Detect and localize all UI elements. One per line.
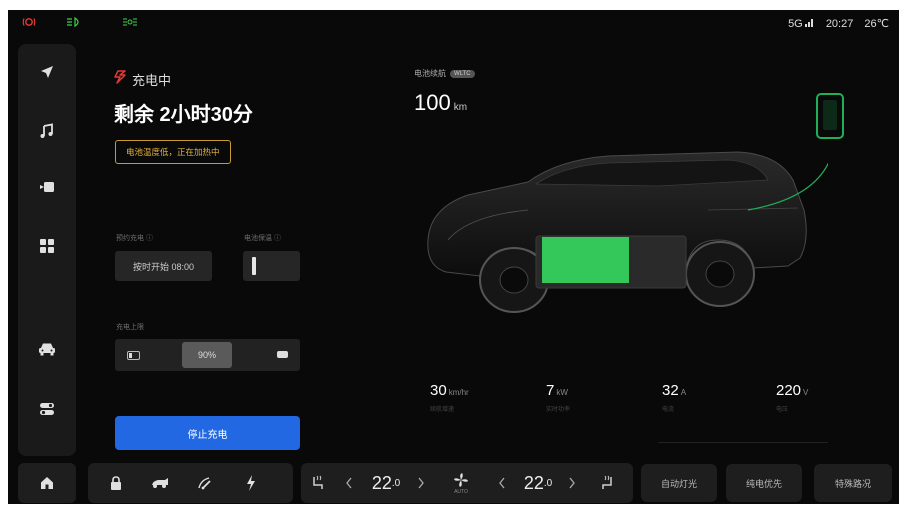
temp-right-display: 22.0 <box>514 463 562 503</box>
vehicle-illustration <box>427 151 828 313</box>
stat-charge-speed: 30 km/hr 续航增速 <box>430 382 469 413</box>
home-icon <box>41 477 53 489</box>
fan-icon <box>454 472 468 487</box>
seat-heat-icon <box>313 475 323 489</box>
range-header: 电池续航 WLTC <box>414 68 475 79</box>
headlight-icon <box>66 16 82 30</box>
charging-status-label: 充电中 <box>132 73 172 88</box>
fan-auto-label: AUTO <box>454 488 468 495</box>
schedule-charge-button[interactable]: 按时开始 08:00 <box>115 251 212 281</box>
fog-light-icon <box>122 17 138 30</box>
stat-unit: kW <box>556 388 568 397</box>
stop-charging-button[interactable]: 停止充电 <box>115 416 300 450</box>
temp-right-value: 22 <box>523 472 544 493</box>
trunk-icon <box>152 478 168 488</box>
range-label: 电池续航 <box>414 69 446 78</box>
sidebar-item-navigation[interactable] <box>18 55 76 89</box>
temp-right-increase[interactable] <box>564 463 580 503</box>
charging-panel: 充电中 剩余 2小时30分 电池温度低，正在加热中 预约充电 ⓘ 电池保温 ⓘ … <box>88 40 388 460</box>
stat-value: 7 <box>546 382 555 399</box>
stat-voltage: 220 V 电压 <box>776 382 808 413</box>
range-standard-tag: WLTC <box>450 69 475 78</box>
stat-sub: 电压 <box>776 407 789 413</box>
trunk-button[interactable] <box>143 463 177 503</box>
stat-value: 32 <box>662 382 679 399</box>
stat-unit: A <box>680 388 687 397</box>
stat-current: 32 A 电流 <box>662 382 686 413</box>
signal-icon <box>804 19 813 27</box>
wiper-button[interactable] <box>190 463 220 503</box>
temp-left-decrease[interactable] <box>341 463 357 503</box>
stat-sub: 电流 <box>662 407 675 413</box>
seat-heat-left-button[interactable] <box>304 463 332 503</box>
sidebar-item-vehicle[interactable] <box>18 332 76 366</box>
seat-heat-icon <box>602 475 612 489</box>
bottom-dock: 22.0 AUTO 22.0 自动灯光 纯电优先 特殊路况 <box>8 459 899 504</box>
music-icon <box>40 123 53 138</box>
car-icon <box>39 343 55 356</box>
lightning-icon <box>247 475 255 491</box>
stat-value: 30 <box>430 382 447 399</box>
stat-unit: km/hr <box>448 388 469 397</box>
charge-limit-selector[interactable]: 90% <box>115 339 300 371</box>
charge-limit-label: 充电上限 <box>116 324 144 331</box>
network-indicator: 5G <box>788 18 803 30</box>
stat-value: 220 <box>776 382 802 399</box>
battery-charge-level <box>542 237 629 283</box>
status-bar: 5G 20:27 26℃ <box>8 10 899 38</box>
temp-left-display: 22.0 <box>362 463 410 503</box>
stats-divider <box>658 442 828 443</box>
wiper-icon <box>198 477 211 490</box>
schedule-label: 预约充电 ⓘ <box>116 235 153 242</box>
chevron-left-icon <box>499 477 505 489</box>
temp-right-decrease[interactable] <box>494 463 510 503</box>
brake-warning-icon <box>22 17 36 30</box>
car-screen: 5G 20:27 26℃ 充电中 剩余 2小时30分 电池温度低，正在加热中 预… <box>8 10 899 504</box>
apps-grid-icon <box>40 239 54 253</box>
special-road-button[interactable]: 特殊路况 <box>814 464 892 502</box>
temp-left-increase[interactable] <box>413 463 429 503</box>
seat-heat-right-button[interactable] <box>593 463 621 503</box>
sidebar <box>18 44 76 456</box>
temp-right-decimal: .0 <box>543 477 553 489</box>
lock-icon <box>111 476 121 490</box>
charge-limit-value[interactable]: 90% <box>182 342 232 368</box>
sidebar-item-camera[interactable] <box>18 170 76 204</box>
stat-unit: V <box>803 388 809 397</box>
settings-toggle-icon <box>40 403 54 415</box>
temp-left-decimal: .0 <box>391 477 401 489</box>
keepwarm-label: 电池保温 ⓘ <box>244 235 281 242</box>
status-right: 5G 20:27 26℃ <box>780 17 889 30</box>
battery-low-icon <box>127 351 140 360</box>
stat-sub: 实时功率 <box>546 407 571 413</box>
charger-port-icon <box>816 93 844 139</box>
toggle-knob <box>252 257 256 275</box>
sidebar-item-apps[interactable] <box>18 229 76 263</box>
fan-auto-button[interactable]: AUTO <box>446 463 476 503</box>
charging-bolt-icon <box>114 70 126 89</box>
sidebar-item-settings[interactable] <box>18 392 76 426</box>
lock-button[interactable] <box>101 463 131 503</box>
temp-left-value: 22 <box>371 472 392 493</box>
chevron-right-icon <box>569 477 575 489</box>
stat-power: 7 kW 实时功率 <box>546 382 570 413</box>
auto-lights-button[interactable]: 自动灯光 <box>641 464 717 502</box>
battery-heating-warning: 电池温度低，正在加热中 <box>115 140 231 164</box>
battery-full-icon <box>277 351 288 358</box>
outside-temperature: 26℃ <box>864 18 889 30</box>
battery-keepwarm-toggle[interactable] <box>243 251 300 281</box>
charging-status: 充电中 <box>114 70 171 89</box>
chevron-right-icon <box>418 477 424 489</box>
remaining-time: 剩余 2小时30分 <box>114 104 253 126</box>
camera-icon <box>40 182 54 192</box>
clock: 20:27 <box>825 18 854 30</box>
charging-shortcut-button[interactable] <box>236 463 266 503</box>
stat-sub: 续航增速 <box>430 407 455 413</box>
chevron-left-icon <box>346 477 352 489</box>
navigation-icon <box>41 66 53 78</box>
ev-priority-button[interactable]: 纯电优先 <box>726 464 802 502</box>
sidebar-item-music[interactable] <box>18 114 76 148</box>
home-button[interactable] <box>18 463 76 503</box>
